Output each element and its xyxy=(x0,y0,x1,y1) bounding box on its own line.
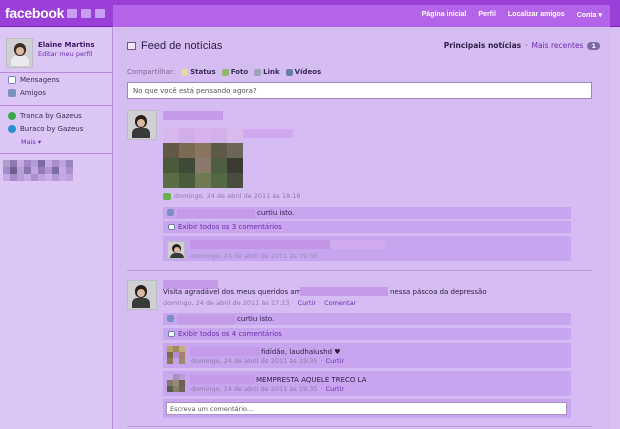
recent-count-badge: 1 xyxy=(587,41,600,50)
status-input[interactable]: No que você está pensando agora? xyxy=(127,82,592,99)
likes-text: curtiu isto. xyxy=(257,209,295,217)
share-status[interactable]: Status xyxy=(181,68,216,76)
comment-text: MEMPRESTA AQUELE TRECO LA xyxy=(256,376,367,384)
comment-timestamp[interactable]: domingo, 24 de abril de 2011 às 19:35 xyxy=(191,252,318,260)
sidebar-item-label: Mensagens xyxy=(20,76,60,84)
divider xyxy=(0,153,112,154)
share-photo[interactable]: Foto xyxy=(221,68,249,76)
share-item-label: Vídeos xyxy=(294,68,322,76)
like-icon xyxy=(167,315,174,322)
comment-icon xyxy=(168,331,175,337)
share-bar: Compartilhar: Status Foto Link Vídeos xyxy=(127,68,321,76)
more-link[interactable]: Mais ▾ xyxy=(21,138,41,146)
sidebar-item-messages[interactable]: Mensagens xyxy=(8,76,60,84)
view-comments-link[interactable]: Exibir todos os 4 comentários xyxy=(178,330,282,338)
like-button[interactable]: Curtir xyxy=(298,299,316,307)
comment-icon xyxy=(168,224,175,230)
video-icon xyxy=(285,68,293,76)
nav-account[interactable]: Conta ▾ xyxy=(577,11,602,19)
share-item-label: Foto xyxy=(230,68,249,76)
nav-profile[interactable]: Perfil xyxy=(478,11,496,19)
friend-requests-icon[interactable] xyxy=(67,9,77,18)
sidebar-item-tranca[interactable]: Tranca by Gazeus xyxy=(8,112,82,120)
nav-find-friends[interactable]: Localizar amigos xyxy=(508,11,565,19)
post-meta: domingo, 24 de abril de 2011 às 17:13 · … xyxy=(163,299,357,307)
likes-text: curtiu isto. xyxy=(237,315,275,323)
messages-icon xyxy=(8,76,16,84)
liker-name[interactable] xyxy=(177,209,255,218)
divider xyxy=(0,72,112,73)
commenter-avatar[interactable] xyxy=(167,241,185,259)
game-icon xyxy=(8,112,16,120)
main-feed: Feed de notícias Principais notícias · M… xyxy=(115,28,610,429)
user-name[interactable]: Elaine Martins xyxy=(38,41,95,49)
share-video[interactable]: Vídeos xyxy=(285,68,322,76)
share-label: Compartilhar: xyxy=(127,68,176,76)
comment-like-button[interactable]: Curtir xyxy=(326,357,344,365)
share-link[interactable]: Link xyxy=(254,68,280,76)
sidebar-item-label: Tranca by Gazeus xyxy=(20,112,82,120)
sidebar-item-label: Buraco by Gazeus xyxy=(20,125,84,133)
tab-top-news[interactable]: Principais notícias xyxy=(444,41,521,50)
sidebar-item-friends[interactable]: Amigos xyxy=(8,89,46,97)
post-author-avatar[interactable] xyxy=(127,280,157,310)
top-bar: facebook Página inicial Perfil Localizar… xyxy=(0,0,620,27)
left-sidebar: Elaine Martins Editar meu perfil Mensage… xyxy=(0,28,113,429)
tab-most-recent[interactable]: Mais recentes xyxy=(532,41,584,50)
post-text-end: nessa páscoa da depressão xyxy=(390,288,487,296)
online-friends-mosaic xyxy=(3,160,73,182)
commenter-avatar[interactable] xyxy=(167,374,185,392)
comment-timestamp[interactable]: domingo, 24 de abril de 2011 às 19:35 xyxy=(191,385,318,393)
write-comment-input[interactable]: Escreva um comentário... xyxy=(166,402,567,415)
facebook-logo[interactable]: facebook xyxy=(5,5,64,21)
comment-button[interactable]: Comentar xyxy=(324,299,356,307)
game-icon xyxy=(8,125,16,133)
sidebar-item-label: Amigos xyxy=(20,89,46,97)
friends-icon xyxy=(8,89,16,97)
divider xyxy=(0,105,112,106)
post-photo[interactable] xyxy=(163,128,243,188)
notifications-icon[interactable] xyxy=(95,9,105,18)
post-separator xyxy=(127,426,592,427)
tagged-friends[interactable] xyxy=(300,287,388,296)
status-icon xyxy=(181,68,189,76)
share-item-label: Link xyxy=(263,68,280,76)
post-separator xyxy=(127,270,592,271)
comment-text xyxy=(330,240,385,249)
nav-bar: Página inicial Perfil Localizar amigos C… xyxy=(113,5,610,27)
view-comments-link[interactable]: Exibir todos os 3 comentários xyxy=(178,223,282,231)
post-author-name[interactable] xyxy=(163,111,223,120)
messages-icon[interactable] xyxy=(81,9,91,18)
comment-like-button[interactable]: Curtir xyxy=(326,385,344,393)
news-feed-icon xyxy=(127,42,136,50)
edit-profile-link[interactable]: Editar meu perfil xyxy=(38,50,93,58)
post-timestamp[interactable]: domingo, 24 de abril de 2011 às 17:13 xyxy=(163,299,290,307)
comment-text: fidídão, laudhaiushd ♥ xyxy=(261,348,341,356)
comment-author[interactable] xyxy=(190,240,330,249)
photo-icon xyxy=(221,68,229,76)
comment-timestamp[interactable]: domingo, 24 de abril de 2011 às 19:35 xyxy=(191,357,318,365)
profile-avatar[interactable] xyxy=(6,38,33,68)
comment-meta: domingo, 24 de abril de 2011 às 19:35 · … xyxy=(191,357,344,365)
nav-home[interactable]: Página inicial xyxy=(422,11,467,19)
link-icon xyxy=(254,68,262,76)
post-author-avatar[interactable] xyxy=(127,110,157,140)
like-icon xyxy=(167,209,174,216)
feed-title-text: Feed de notícias xyxy=(141,40,223,52)
sidebar-item-buraco[interactable]: Buraco by Gazeus xyxy=(8,125,83,133)
feed-title: Feed de notícias xyxy=(127,40,222,52)
comment-author[interactable] xyxy=(190,347,260,356)
post-meta: domingo, 24 de abril de 2011 às 18:18 xyxy=(163,192,301,200)
post-text: Visita agradável dos meus queridos amigo… xyxy=(163,288,316,296)
tab-separator: · xyxy=(525,41,528,50)
liker-name[interactable] xyxy=(177,315,235,324)
commenter-avatar[interactable] xyxy=(167,346,185,364)
comment-author[interactable] xyxy=(190,375,255,384)
feed-sort-tabs: Principais notícias · Mais recentes 1 xyxy=(444,41,600,50)
mobile-icon xyxy=(163,192,171,200)
share-item-label: Status xyxy=(190,68,216,76)
comment-meta: domingo, 24 de abril de 2011 às 19:35 · … xyxy=(191,385,344,393)
post-timestamp[interactable]: domingo, 24 de abril de 2011 às 18:18 xyxy=(174,192,301,200)
